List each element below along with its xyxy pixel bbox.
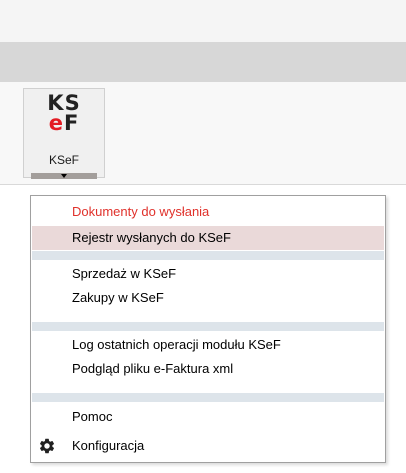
- ksef-logo-line1: KS: [47, 91, 81, 115]
- menu-item-konfiguracja-label: Konfiguracja: [72, 438, 145, 453]
- ksef-logo-e: e: [48, 111, 64, 135]
- menu-separator: [32, 251, 384, 260]
- menu-separator: [32, 322, 384, 331]
- menu-item-pomoc[interactable]: Pomoc: [32, 405, 384, 429]
- menu-item-podglad-pliku[interactable]: Podgląd pliku e-Faktura xml: [32, 357, 384, 381]
- ksef-dropdown-menu: Dokumenty do wysłania Rejestr wysłanych …: [30, 195, 386, 463]
- menu-item-sprzedaz-w-ksef[interactable]: Sprzedaż w KSeF: [32, 262, 384, 286]
- ksef-ribbon-button[interactable]: KS eF KSeF: [23, 88, 105, 179]
- chevron-down-icon[interactable]: [31, 173, 97, 179]
- menu-item-zakupy-w-ksef[interactable]: Zakupy w KSeF: [32, 286, 384, 310]
- top-bar: [0, 0, 406, 42]
- ksef-logo-f: F: [63, 111, 80, 135]
- gear-icon: [38, 437, 56, 455]
- ksef-logo-line2: eF: [24, 111, 104, 135]
- ribbon-tab-bar: [0, 42, 406, 82]
- menu-separator: [32, 393, 384, 402]
- menu-item-log-operacji[interactable]: Log ostatnich operacji modułu KSeF: [32, 333, 384, 357]
- menu-item-rejestr-wyslanych[interactable]: Rejestr wysłanych do KSeF: [32, 226, 384, 250]
- menu-item-dokumenty-do-wyslania[interactable]: Dokumenty do wysłania: [32, 200, 384, 224]
- ksef-logo-icon: KS eF: [24, 91, 104, 135]
- menu-item-konfiguracja[interactable]: Konfiguracja: [32, 434, 384, 458]
- ksef-button-label: KSeF: [48, 153, 79, 167]
